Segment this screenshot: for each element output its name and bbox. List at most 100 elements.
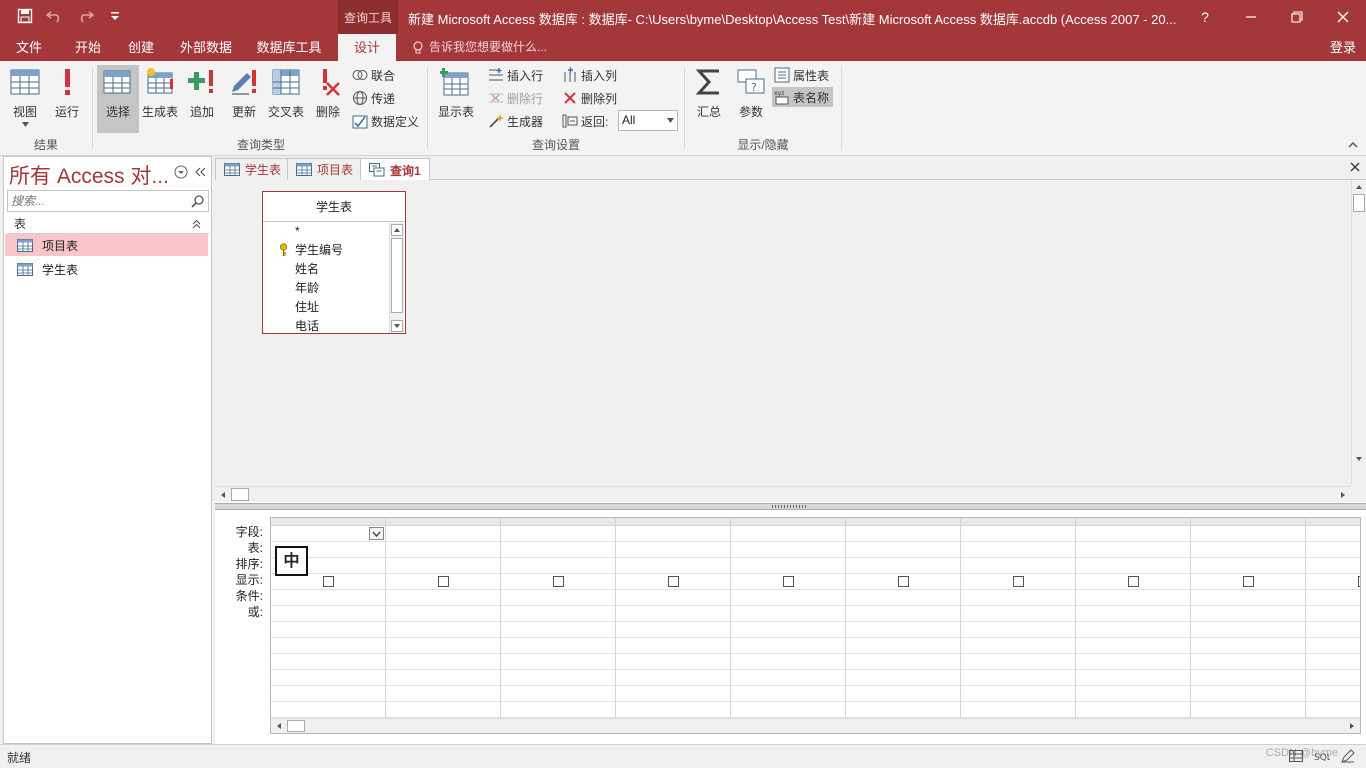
field-item[interactable]: 姓名 (263, 260, 389, 279)
grid-cell[interactable] (846, 590, 960, 606)
scroll-up-arrow[interactable] (391, 224, 403, 236)
grid-cell[interactable] (616, 590, 730, 606)
grid-cell[interactable] (1076, 686, 1190, 702)
nav-title[interactable]: 所有 Access 对... (9, 160, 169, 190)
sql-view-icon[interactable]: SQL (1314, 748, 1330, 764)
grid-cell[interactable] (271, 686, 385, 702)
nav-item-student-table[interactable]: 学生表 (5, 258, 208, 280)
grid-cell[interactable] (1306, 654, 1360, 670)
grid-cell[interactable] (846, 686, 960, 702)
grid-cell[interactable] (1076, 654, 1190, 670)
show-table-button[interactable]: 显示表 (435, 65, 477, 120)
grid-hscroll[interactable] (271, 718, 1360, 733)
field-dropdown[interactable] (369, 527, 384, 540)
field-list-scrollbar[interactable] (389, 223, 404, 333)
grid-cell[interactable] (846, 638, 960, 654)
grid-cell[interactable] (731, 654, 845, 670)
scroll-right-arrow[interactable] (1347, 721, 1357, 731)
nav-search-input[interactable] (8, 191, 186, 211)
grid-cell[interactable] (501, 702, 615, 718)
grid-cell[interactable] (731, 574, 845, 590)
grid-cell[interactable] (846, 654, 960, 670)
insert-rows-button[interactable]: 插入行 (488, 65, 543, 85)
help-button[interactable]: ? (1182, 0, 1228, 34)
grid-cell[interactable] (731, 622, 845, 638)
parameters-button[interactable]: ? 参数 (734, 65, 768, 120)
grid-cell[interactable] (386, 526, 500, 542)
grid-cell[interactable] (1306, 702, 1360, 718)
redo-icon[interactable] (74, 6, 96, 26)
grid-cell[interactable] (961, 526, 1075, 542)
table-pane-vscroll[interactable] (1351, 180, 1366, 486)
nav-section-tables[interactable]: 表 (7, 216, 209, 234)
grid-cell[interactable] (501, 654, 615, 670)
grid-cell[interactable] (1306, 670, 1360, 686)
show-checkbox[interactable] (553, 576, 564, 587)
grid-cell[interactable] (501, 542, 615, 558)
grid-cell[interactable] (961, 542, 1075, 558)
grid-cell[interactable] (961, 638, 1075, 654)
scroll-left-arrow[interactable] (274, 721, 284, 731)
pane-splitter[interactable] (215, 503, 1366, 510)
customize-qat-icon[interactable] (104, 6, 126, 26)
grid-cell[interactable] (501, 558, 615, 574)
grid-cell[interactable] (271, 622, 385, 638)
scroll-thumb[interactable] (391, 238, 403, 313)
grid-cell[interactable] (846, 558, 960, 574)
grid-cell[interactable] (1191, 558, 1305, 574)
restore-button[interactable] (1274, 0, 1320, 34)
grid-cell[interactable] (961, 606, 1075, 622)
grid-cell[interactable] (1191, 702, 1305, 718)
column-selector[interactable] (1306, 518, 1360, 526)
grid-cell[interactable] (846, 542, 960, 558)
doc-tab-student-table[interactable]: 学生表 (215, 158, 291, 180)
column-selector[interactable] (1191, 518, 1305, 526)
tab-create[interactable]: 创建 (116, 34, 166, 61)
builder-button[interactable]: 生成器 (488, 111, 543, 131)
grid-cell[interactable] (1076, 622, 1190, 638)
grid-cell[interactable] (731, 686, 845, 702)
show-checkbox[interactable] (1243, 576, 1254, 587)
grid-cell[interactable] (1306, 558, 1360, 574)
grid-cell[interactable] (1191, 542, 1305, 558)
grid-cell[interactable] (961, 574, 1075, 590)
datasheet-view-icon[interactable] (1288, 748, 1304, 764)
grid-cell[interactable] (1191, 606, 1305, 622)
grid-cell[interactable] (616, 622, 730, 638)
minimize-button[interactable] (1228, 0, 1274, 34)
grid-cell[interactable] (501, 606, 615, 622)
grid-cell[interactable] (616, 654, 730, 670)
column-selector[interactable] (271, 518, 385, 526)
column-selector[interactable] (731, 518, 845, 526)
grid-cell[interactable] (1191, 622, 1305, 638)
login-link[interactable]: 登录 (1330, 34, 1356, 61)
grid-cell[interactable] (386, 606, 500, 622)
grid-cell[interactable] (731, 558, 845, 574)
show-checkbox[interactable] (1013, 576, 1024, 587)
scroll-thumb[interactable] (287, 720, 305, 732)
grid-cell[interactable] (386, 542, 500, 558)
close-document-icon[interactable] (1350, 162, 1360, 172)
view-button[interactable]: 视图 (8, 65, 42, 127)
collapse-ribbon-icon[interactable] (1348, 141, 1358, 148)
totals-button[interactable]: 汇总 (693, 65, 725, 120)
grid-cell[interactable] (616, 574, 730, 590)
grid-cell[interactable] (1191, 526, 1305, 542)
field-item-primary-key[interactable]: 学生编号 (263, 241, 389, 260)
show-checkbox[interactable] (1128, 576, 1139, 587)
table-names-button[interactable]: xyz 表名称 (772, 87, 834, 107)
column-selector[interactable] (961, 518, 1075, 526)
column-selector[interactable] (386, 518, 500, 526)
undo-icon[interactable] (44, 6, 66, 26)
show-checkbox[interactable] (668, 576, 679, 587)
grid-cell[interactable] (846, 574, 960, 590)
show-checkbox[interactable] (898, 576, 909, 587)
delete-rows-button[interactable]: 删除行 (488, 88, 543, 108)
grid-cell[interactable] (386, 654, 500, 670)
grid-cell[interactable] (961, 558, 1075, 574)
grid-cell[interactable] (731, 638, 845, 654)
property-sheet-button[interactable]: 属性表 (774, 65, 829, 85)
ime-indicator[interactable]: 中 (275, 546, 308, 576)
scroll-down-arrow[interactable] (1354, 454, 1364, 464)
grid-cell[interactable] (961, 590, 1075, 606)
